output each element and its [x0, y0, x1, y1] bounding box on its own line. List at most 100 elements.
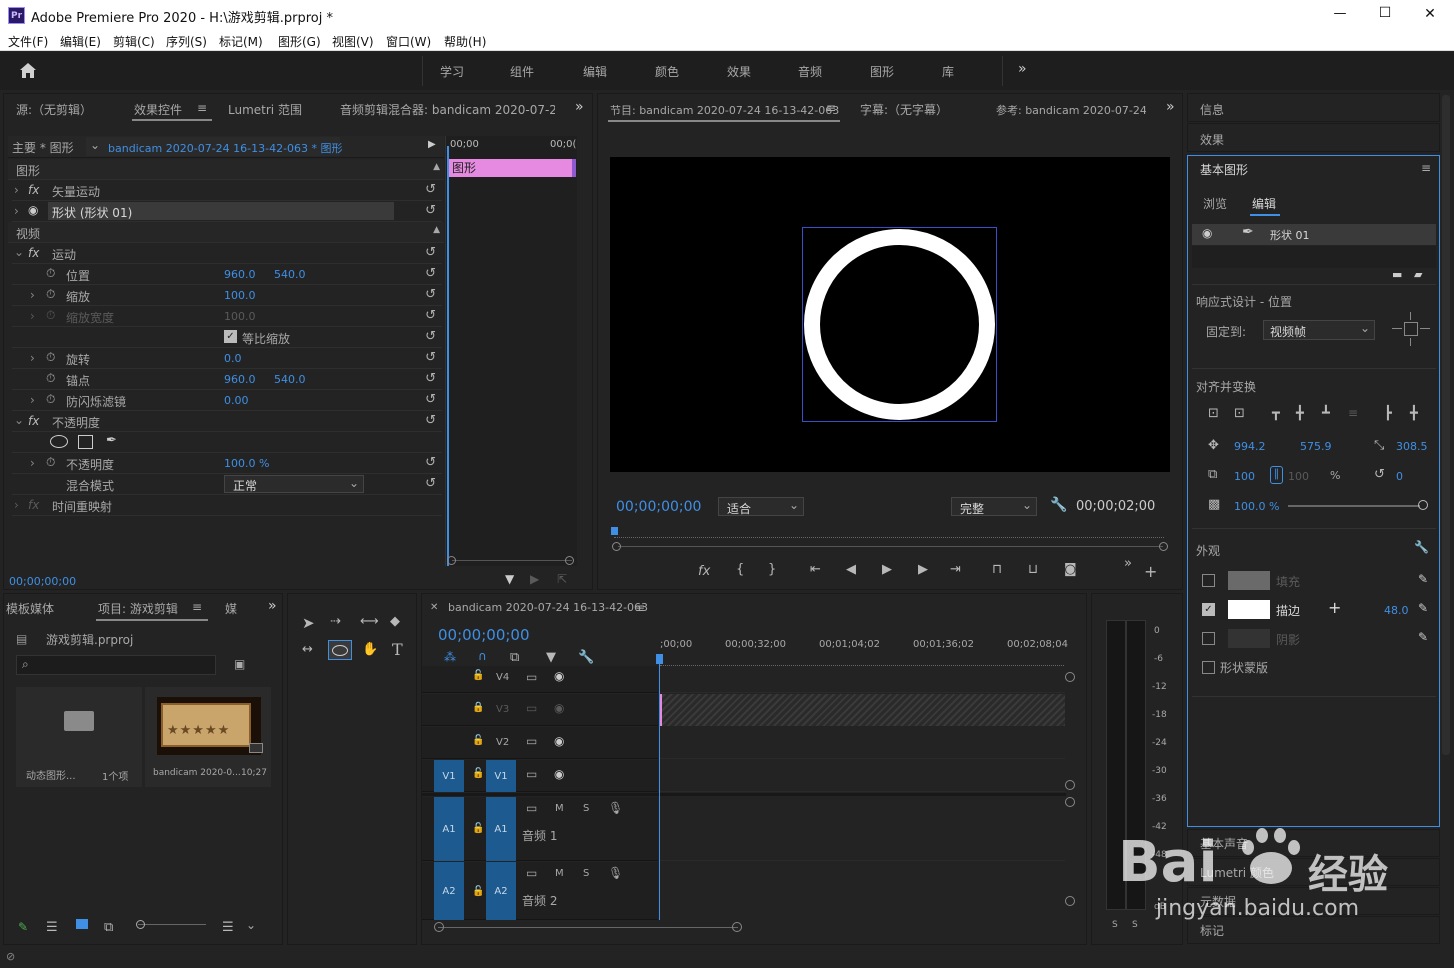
- menu-edit[interactable]: 编辑(E): [60, 33, 101, 50]
- menu-sequence[interactable]: 序列(S): [166, 33, 207, 50]
- stopwatch-icon[interactable]: ⏱: [46, 287, 55, 302]
- home-icon[interactable]: [19, 62, 37, 79]
- opacity-slider-handle[interactable]: [1418, 500, 1428, 510]
- track-a1-header[interactable]: A1 🔓 A1 ▭ M S 🎙 音频 1: [422, 797, 658, 861]
- shadow-color-swatch[interactable]: [1228, 629, 1270, 648]
- tab-sequence[interactable]: bandicam 2020-07-24 16-13-42-063: [448, 601, 648, 614]
- project-item-folder[interactable]: 动态图形... 1个项: [16, 687, 142, 787]
- tab-browse[interactable]: 浏览: [1203, 195, 1227, 212]
- source-patch-a1[interactable]: A1: [434, 797, 464, 861]
- track-content-v2[interactable]: [659, 727, 1065, 759]
- reset-icon[interactable]: ↺: [425, 266, 436, 281]
- zoom-slider[interactable]: [138, 924, 206, 925]
- align-top-icon[interactable]: ┳: [1272, 406, 1280, 421]
- workspace-libraries[interactable]: 库: [942, 63, 954, 80]
- tab-template-media[interactable]: 模板媒体: [6, 600, 54, 617]
- lock-icon[interactable]: 🔒: [472, 702, 484, 713]
- opacity-value[interactable]: 100.0 %: [224, 457, 269, 470]
- scale-value[interactable]: 100.0: [224, 289, 256, 302]
- stroke-width-value[interactable]: 48.0: [1384, 604, 1409, 617]
- reset-icon[interactable]: ↺: [425, 203, 436, 218]
- sort-icon[interactable]: ☰: [222, 920, 234, 935]
- microphone-icon[interactable]: 🎙: [608, 866, 623, 880]
- ellipse-mask-icon[interactable]: [50, 435, 68, 448]
- step-back-icon[interactable]: ◀: [846, 562, 856, 577]
- panel-menu-icon[interactable]: ≡: [192, 600, 202, 614]
- row-blend-mode[interactable]: 混合模式 正常 ⌄ ↺: [12, 474, 442, 495]
- workspace-assembly[interactable]: 组件: [510, 63, 534, 80]
- mute-button[interactable]: M: [555, 868, 564, 879]
- pin-to-dropdown[interactable]: 视频帧 ⌄: [1263, 320, 1375, 340]
- new-layer-icon[interactable]: ▰: [1414, 268, 1422, 281]
- fill-color-swatch[interactable]: [1228, 571, 1270, 590]
- play-only-icon[interactable]: ▶: [428, 139, 436, 150]
- lumetri-color-panel[interactable]: Lumetri 颜色: [1187, 858, 1440, 886]
- play-icon[interactable]: ▶: [882, 562, 892, 577]
- reset-icon[interactable]: ↺: [425, 245, 436, 260]
- menu-markers[interactable]: 标记(M): [219, 33, 263, 50]
- scroll-handle-a[interactable]: [1065, 896, 1075, 906]
- filter-icon[interactable]: ▼: [505, 572, 514, 586]
- new-bin-from-search-icon[interactable]: ▣: [234, 657, 245, 671]
- menu-window[interactable]: 窗口(W): [386, 33, 431, 50]
- zoom-handle-right[interactable]: [565, 556, 574, 565]
- reset-icon[interactable]: ↺: [425, 413, 436, 428]
- program-zoom-scrollbar[interactable]: [618, 546, 1163, 547]
- mark-in-icon[interactable]: {: [736, 562, 744, 577]
- lock-icon[interactable]: 🔓: [472, 670, 484, 681]
- camera-icon[interactable]: ◙: [1064, 562, 1077, 577]
- film-icon[interactable]: ▭: [526, 767, 537, 781]
- film-icon[interactable]: ▭: [526, 801, 537, 815]
- track-content-a2[interactable]: [659, 862, 1065, 920]
- position-y-value[interactable]: 540.0: [274, 268, 306, 281]
- rectangle-mask-icon[interactable]: [78, 435, 93, 449]
- eye-icon[interactable]: ◉: [554, 734, 564, 748]
- anchor-value[interactable]: 308.5: [1396, 440, 1428, 453]
- layer-row[interactable]: ◉ ✒ 形状 01: [1192, 224, 1436, 245]
- timeline-timecode[interactable]: 00;00;00;00: [438, 626, 530, 644]
- scroll-handle-a[interactable]: [1065, 797, 1075, 807]
- lock-icon[interactable]: 🔓: [472, 886, 484, 897]
- panel-more-icon[interactable]: »: [1166, 99, 1175, 115]
- freeform-view-icon[interactable]: ⧉: [104, 920, 113, 935]
- align-horizontal-center-icon[interactable]: ⊡: [1234, 406, 1245, 421]
- row-opacity-effect[interactable]: ⌄ fx 不透明度 ↺: [12, 411, 442, 432]
- film-icon[interactable]: ▭: [526, 670, 537, 684]
- type-tool-icon[interactable]: T: [392, 640, 403, 659]
- tab-lumetri-scopes[interactable]: Lumetri 范围: [228, 101, 302, 118]
- track-content-a1[interactable]: [659, 797, 1065, 861]
- tab-reference[interactable]: 参考: bandicam 2020-07-24 1: [996, 102, 1146, 118]
- reset-icon[interactable]: ↺: [425, 350, 436, 365]
- master-clip-label[interactable]: 主要 * 图形: [12, 139, 74, 156]
- tab-media-browser[interactable]: 媒: [225, 600, 237, 617]
- close-icon[interactable]: ✕: [430, 602, 438, 613]
- pen-mask-icon[interactable]: ✒: [106, 433, 117, 448]
- zoom-handle-right[interactable]: [732, 922, 742, 932]
- more-buttons-icon[interactable]: »: [1124, 556, 1132, 571]
- ec-playhead[interactable]: [447, 146, 449, 566]
- collapse-arrow-icon[interactable]: ▲: [433, 225, 440, 235]
- source-patch-v1[interactable]: V1: [434, 760, 464, 792]
- export-icon[interactable]: ⇱: [557, 572, 567, 586]
- fx-badge-icon[interactable]: fx: [698, 564, 710, 579]
- track-v3-header[interactable]: 🔒 V3 ▭ ◉: [422, 694, 658, 726]
- tab-captions[interactable]: 字幕:（无字幕）: [860, 101, 948, 118]
- step-forward-icon[interactable]: ▶: [918, 562, 928, 577]
- stroke-checkbox[interactable]: ✓: [1202, 603, 1215, 616]
- rotation-value[interactable]: 0.0: [224, 352, 242, 365]
- new-group-icon[interactable]: ▬: [1392, 268, 1402, 281]
- loop-audio-icon[interactable]: ▶: [530, 572, 539, 586]
- program-playhead[interactable]: [611, 527, 618, 535]
- tab-edit[interactable]: 编辑: [1252, 195, 1276, 212]
- track-v2-header[interactable]: 🔓 V2 ▭ ◉: [422, 727, 658, 759]
- stopwatch-icon[interactable]: ⏱: [46, 392, 55, 407]
- video-canvas[interactable]: [610, 157, 1170, 472]
- zoom-handle-left[interactable]: [612, 542, 621, 551]
- row-motion[interactable]: ⌄ fx 运动 ↺: [12, 243, 442, 264]
- row-anti-flicker[interactable]: › ⏱ 防闪烁滤镜 0.00 ↺: [12, 390, 442, 411]
- markers-panel[interactable]: 标记: [1187, 916, 1440, 944]
- position-x-value[interactable]: 960.0: [224, 268, 256, 281]
- track-content-v1[interactable]: [659, 760, 1065, 792]
- wrench-icon[interactable]: 🔧: [1050, 497, 1067, 513]
- shadow-checkbox[interactable]: [1202, 632, 1215, 645]
